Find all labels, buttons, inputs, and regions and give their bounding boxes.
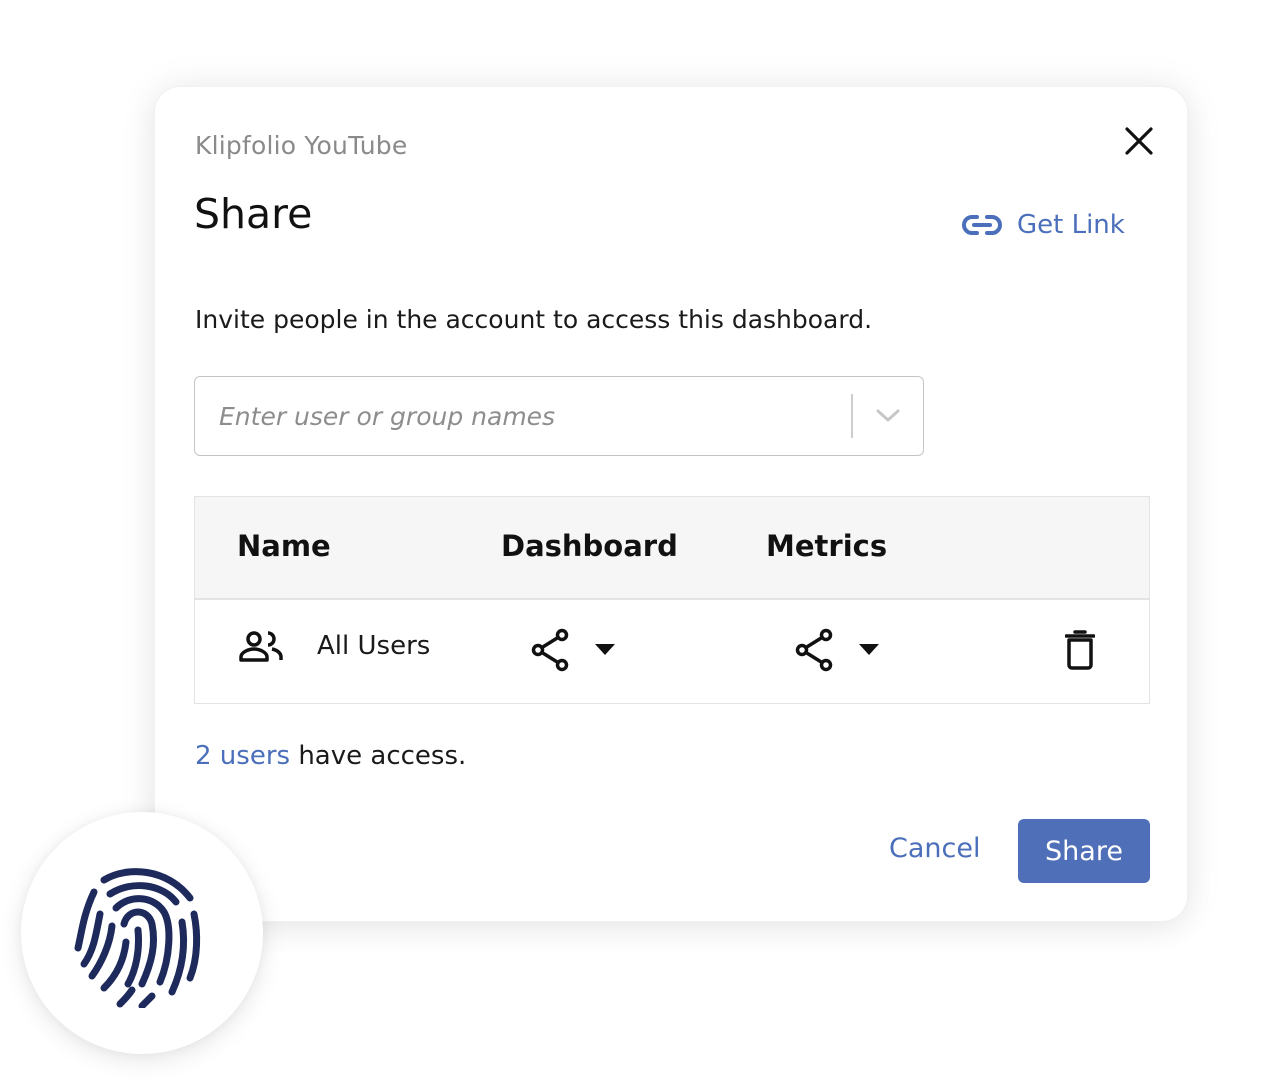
share-icon [795,628,833,672]
column-header-dashboard: Dashboard [501,529,678,563]
dashboard-name: Klipfolio YouTube [195,131,408,160]
trash-icon [1065,630,1095,670]
column-header-name: Name [237,529,331,563]
group-icon [239,631,283,662]
caret-down-icon [859,644,879,655]
share-button[interactable]: Share [1018,819,1150,883]
chevron-down-icon [876,409,900,422]
access-summary-text: have access. [290,741,467,771]
get-link-button[interactable]: Get Link [961,205,1125,245]
name-cell: All Users [239,630,430,662]
invite-select[interactable] [194,376,924,456]
dashboard-permission-dropdown[interactable] [531,628,615,672]
table-row: All Users [195,600,1149,703]
fingerprint-badge [21,812,263,1054]
close-button[interactable] [1121,123,1157,159]
fingerprint-icon [74,868,201,1008]
invite-input[interactable] [195,377,851,455]
select-dropdown-toggle[interactable] [853,377,923,455]
stage: Klipfolio YouTube Share Get Link Invite … [0,0,1274,1080]
access-summary: 2 users have access. [195,741,466,771]
get-link-label: Get Link [1017,210,1125,240]
cancel-button[interactable]: Cancel [889,833,980,864]
close-icon [1125,127,1153,155]
share-dialog: Klipfolio YouTube Share Get Link Invite … [154,86,1188,922]
caret-down-icon [595,644,615,655]
link-icon [962,215,1002,235]
invite-instructions: Invite people in the account to access t… [195,305,873,334]
remove-access-button[interactable] [1065,630,1095,670]
share-icon [531,628,569,672]
access-table: Name Dashboard Metrics All Users [194,496,1150,704]
dialog-title: Share [194,190,313,238]
column-header-metrics: Metrics [766,529,888,563]
metrics-permission-dropdown[interactable] [795,628,879,672]
table-header: Name Dashboard Metrics [195,497,1149,600]
row-name: All Users [317,631,431,661]
users-with-access-link[interactable]: 2 users [195,741,290,771]
